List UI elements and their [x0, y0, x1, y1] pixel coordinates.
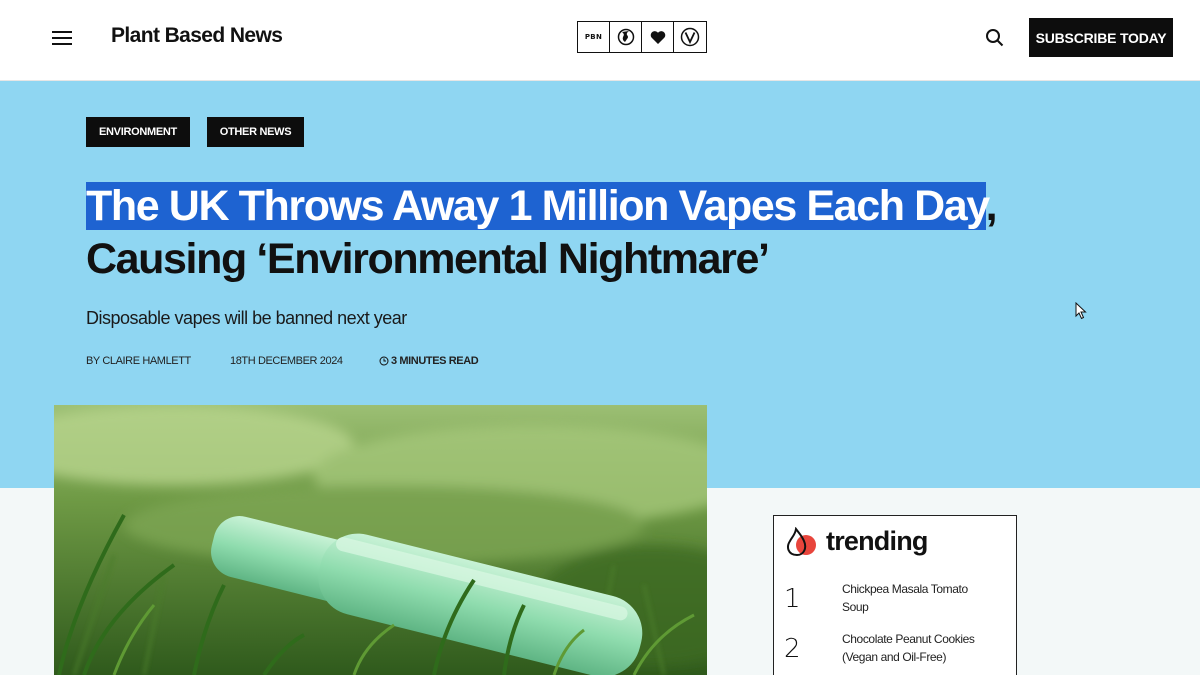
selected-title-text[interactable]: The UK Throws Away 1 Million Vapes Each …: [86, 182, 987, 230]
vegan-v-icon[interactable]: [674, 22, 706, 52]
trending-panel: trending 1 Chickpea Masala Tomato Soup 2…: [773, 515, 1017, 675]
trending-title: trending: [826, 526, 928, 556]
trending-item[interactable]: 2 Chocolate Peanut Cookies (Vegan and Oi…: [784, 630, 1004, 670]
read-time: 3 MINUTES READ: [379, 355, 479, 367]
trending-link[interactable]: Chickpea Masala Tomato Soup: [842, 580, 992, 616]
trending-header: trending: [784, 526, 928, 557]
subscribe-button[interactable]: SUBSCRIBE TODAY: [1029, 18, 1173, 57]
article-author[interactable]: BY CLAIRE HAMLETT: [86, 355, 191, 367]
mouse-cursor-icon: [1075, 302, 1087, 320]
brand-icon-strip: PBN: [577, 21, 707, 53]
trending-item[interactable]: 1 Chickpea Masala Tomato Soup: [784, 580, 1004, 620]
tag-environment[interactable]: ENVIRONMENT: [86, 117, 190, 147]
heart-icon[interactable]: [642, 22, 674, 52]
trending-rank: 2: [784, 634, 801, 664]
search-icon[interactable]: [985, 28, 1005, 48]
site-header: Plant Based News PBN SUBSCRIBE TODAY: [0, 0, 1200, 81]
article-date: 18TH DECEMBER 2024: [230, 355, 343, 367]
trending-rank: 1: [784, 584, 801, 614]
site-logo[interactable]: Plant Based News: [111, 24, 283, 48]
trending-link[interactable]: Chocolate Peanut Cookies (Vegan and Oil-…: [842, 630, 992, 666]
hamburger-menu-icon[interactable]: [52, 28, 74, 48]
article-subtitle: Disposable vapes will be banned next yea…: [86, 308, 407, 328]
read-time-label: 3 MINUTES READ: [391, 355, 479, 367]
clock-icon: [379, 356, 389, 366]
pbn-logo-icon[interactable]: PBN: [578, 22, 610, 52]
tag-other-news[interactable]: OTHER NEWS: [207, 117, 304, 147]
flame-icon: [787, 526, 816, 556]
article-hero-image: [54, 405, 707, 675]
globe-icon[interactable]: [610, 22, 642, 52]
article-title: The UK Throws Away 1 Million Vapes Each …: [86, 180, 1156, 286]
